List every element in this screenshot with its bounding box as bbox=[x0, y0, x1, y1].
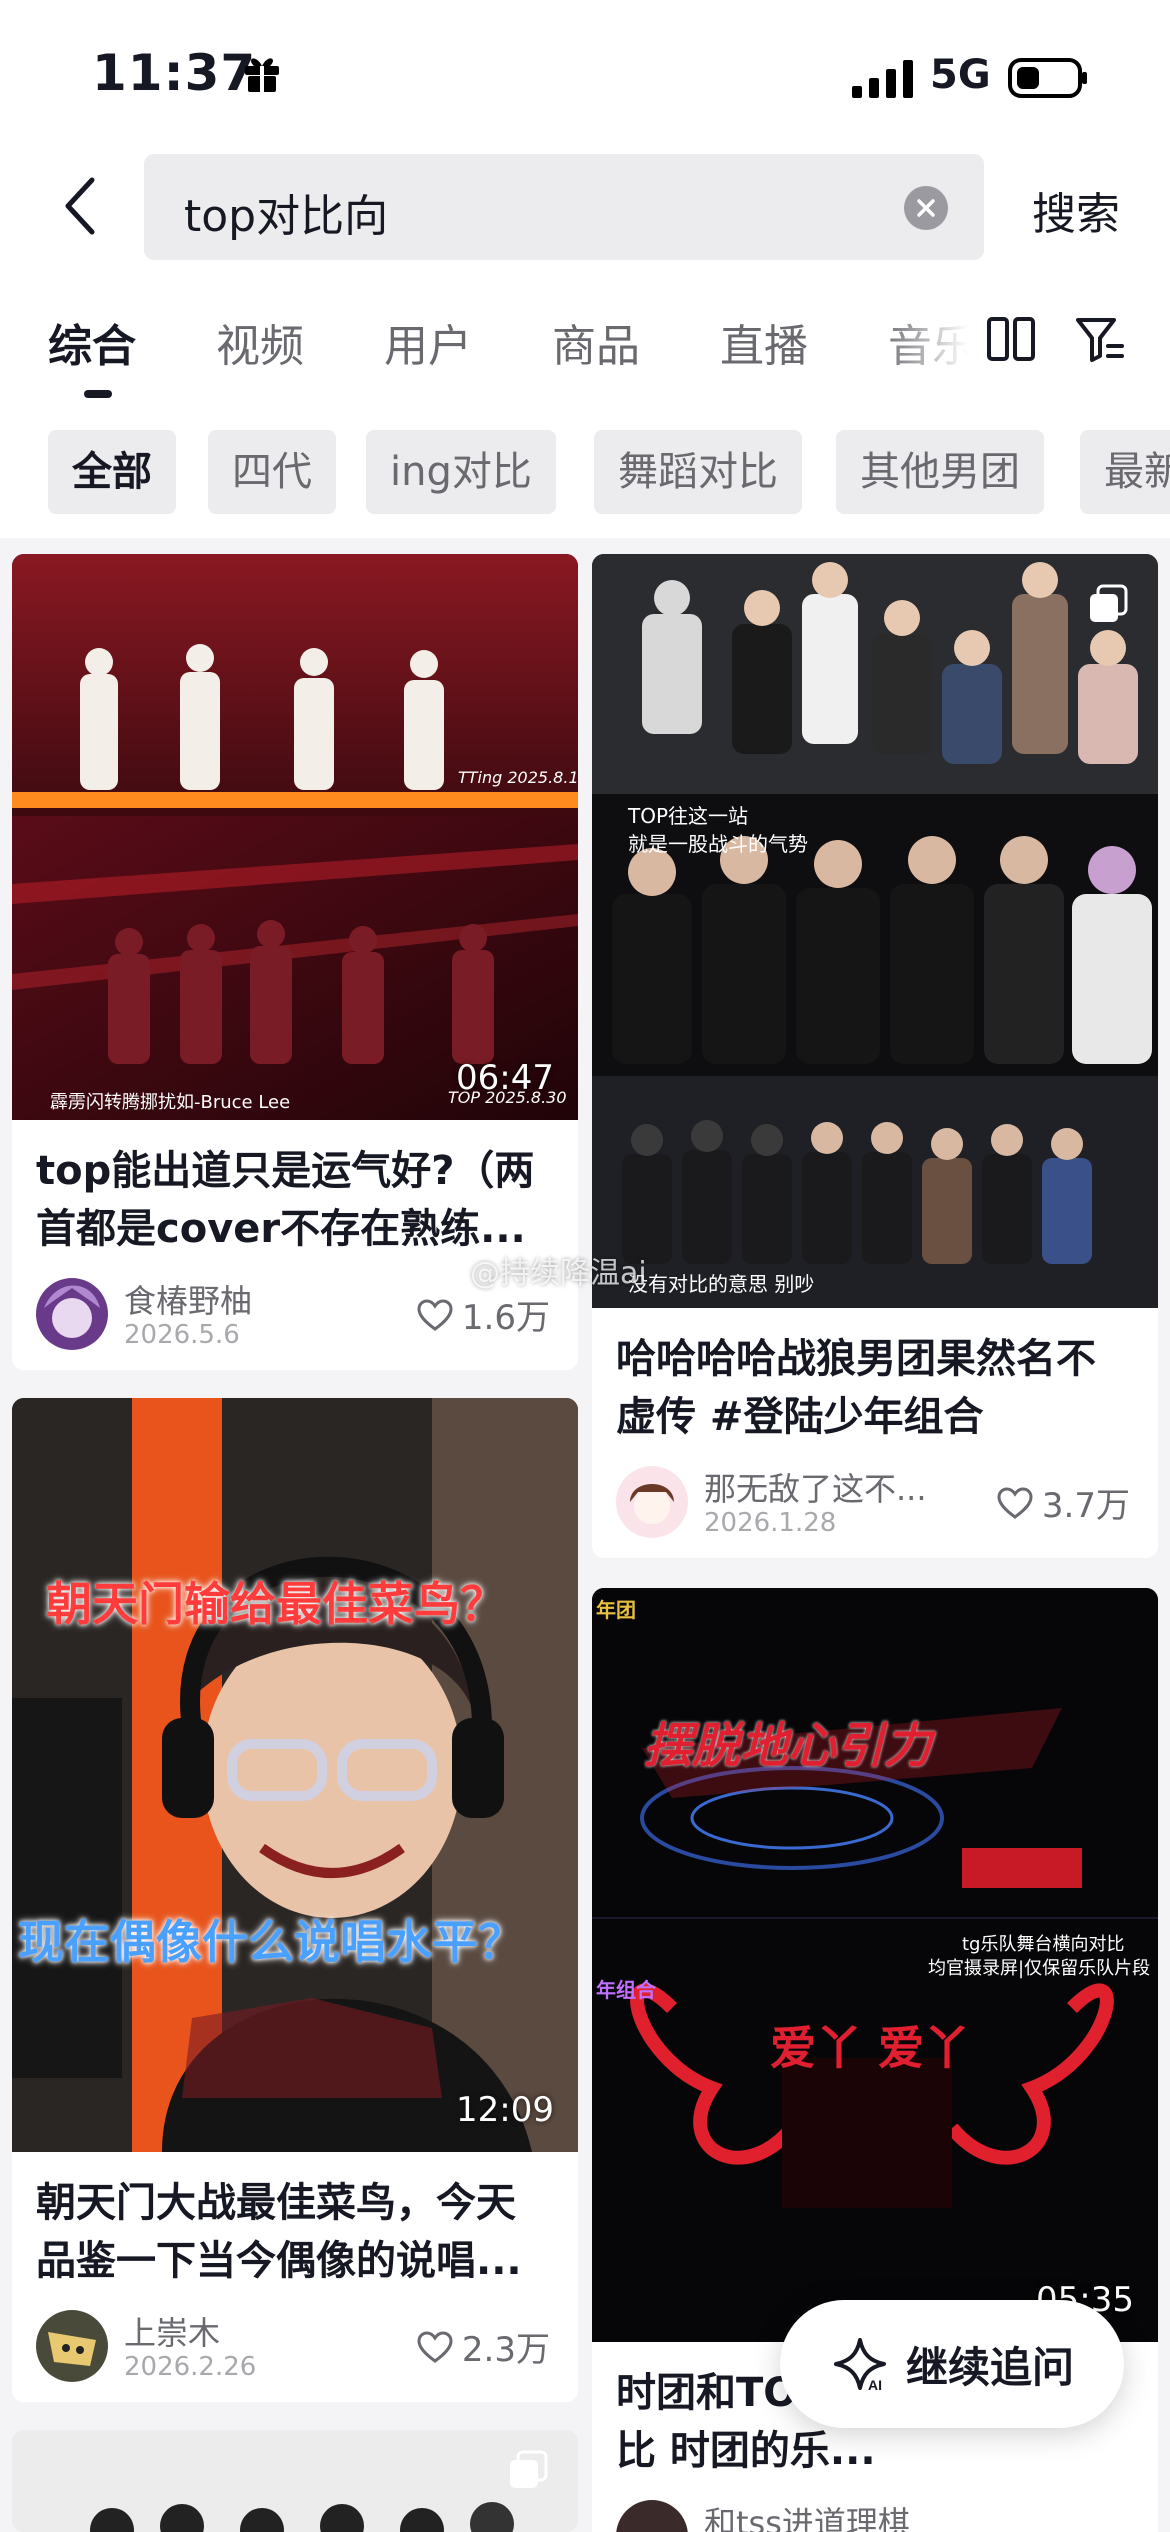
dance-stage-image bbox=[12, 554, 578, 1120]
card-title: 哈哈哈哈战狼男团果然名不虚传 #登陆少年组合 bbox=[616, 1336, 1096, 1440]
reaction-streamer-image bbox=[12, 1398, 578, 2152]
filter-chips: 全部 四代 ing对比 舞蹈对比 其他男团 最新 bbox=[0, 410, 1170, 538]
caption-3: 没有对比的意思 别吵 bbox=[628, 1272, 815, 1296]
chip-other-groups[interactable]: 其他男团 bbox=[836, 430, 1044, 514]
watermark: @持续降温ai bbox=[470, 1256, 647, 1291]
chip-latest[interactable]: 最新 bbox=[1080, 430, 1170, 514]
tab-products[interactable]: 商品 bbox=[552, 310, 640, 374]
group-photo-image bbox=[592, 554, 1158, 1308]
card-meta: 上崇木 2026.2.26 2.3万 bbox=[12, 2292, 578, 2402]
video-thumbnail bbox=[12, 2430, 578, 2532]
like-button[interactable]: 3.7万 bbox=[996, 1478, 1130, 1527]
chip-4th-gen[interactable]: 四代 bbox=[208, 430, 336, 514]
tab-all[interactable]: 综合 bbox=[48, 310, 136, 374]
caption-2: 就是一股战斗的气势 bbox=[628, 832, 808, 856]
category-tabs: 综合 视频 用户 商品 直播 音乐 bbox=[0, 260, 1170, 410]
avatar[interactable] bbox=[616, 2500, 688, 2532]
headline-2: 现在偶像什么说唱水平？ bbox=[18, 1915, 524, 1969]
clear-icon bbox=[917, 199, 935, 217]
avatar[interactable] bbox=[36, 1278, 108, 1350]
stage-headline: 摆脱地心引力 bbox=[644, 1718, 933, 1774]
like-button[interactable]: 2.3万 bbox=[416, 2322, 550, 2371]
search-query: top对比向 bbox=[184, 191, 389, 242]
back-icon bbox=[65, 177, 95, 235]
battery-icon bbox=[1008, 58, 1087, 98]
card-meta: 和tss进道理棋 bbox=[592, 2482, 1158, 2532]
search-header: top对比向 搜索 bbox=[0, 150, 1170, 260]
video-thumbnail: 朝天门输给最佳菜鸟？ 现在偶像什么说唱水平？ 12:09 bbox=[12, 1398, 578, 2152]
card-title: 朝天门大战最佳菜鸟，今天品鉴一下当今偶像的说唱... bbox=[36, 2180, 522, 2284]
tab-users[interactable]: 用户 bbox=[384, 310, 472, 374]
author-name[interactable]: 上崇木 bbox=[124, 2308, 220, 2354]
video-thumbnail: TTing 2025.8.1 TOP 2025.8.30 霹雳闪转腾挪扰如-Br… bbox=[12, 554, 578, 1120]
video-duration: 12:09 bbox=[456, 2090, 554, 2130]
video-thumbnail: TOP往这一站 就是一股战斗的气势 没有对比的意思 别吵 bbox=[592, 554, 1158, 1308]
chip-dance-compare[interactable]: 舞蹈对比 bbox=[594, 430, 802, 514]
caption-1: TOP往这一站 bbox=[628, 804, 749, 828]
tab-live[interactable]: 直播 bbox=[720, 310, 808, 374]
clear-button[interactable] bbox=[904, 186, 948, 230]
avatar[interactable] bbox=[616, 1466, 688, 1538]
svg-text:AI: AI bbox=[868, 2377, 882, 2393]
tab-indicator bbox=[84, 390, 112, 398]
status-time: 11:37 bbox=[92, 44, 257, 102]
headline-1: 朝天门输给最佳菜鸟？ bbox=[46, 1577, 506, 1631]
tag-2: 年组合 bbox=[596, 1978, 656, 2002]
tag-1: 年团 bbox=[596, 1598, 636, 1622]
author-name[interactable]: 和tss进道理棋 bbox=[704, 2498, 910, 2532]
multi-image-icon bbox=[510, 2450, 548, 2488]
heart-icon bbox=[997, 1486, 1033, 1519]
video-card-5[interactable] bbox=[12, 2430, 578, 2532]
gift-icon bbox=[245, 58, 279, 92]
card-title: top能出道只是运气好?（两首都是cover不存在熟练... bbox=[36, 1148, 535, 1252]
multi-image-icon bbox=[1090, 584, 1128, 622]
caption-top: TTing 2025.8.1 bbox=[458, 768, 578, 787]
video-duration: 06:47 bbox=[456, 1058, 554, 1098]
note-2: 均官摄录屏|仅保留乐队片段 bbox=[928, 1958, 1151, 1979]
like-count: 2.3万 bbox=[461, 2330, 550, 2370]
filter-icon[interactable] bbox=[1074, 314, 1126, 364]
like-count: 1.6万 bbox=[461, 1298, 550, 1338]
note-1: tg乐队舞台横向对比 bbox=[962, 1934, 1125, 1955]
tab-fade bbox=[880, 300, 990, 380]
like-button[interactable]: 1.6万 bbox=[416, 1290, 550, 1339]
signal-icon bbox=[852, 60, 913, 98]
search-button[interactable]: 搜索 bbox=[1032, 178, 1120, 242]
heart-icon bbox=[417, 2330, 453, 2363]
author-name[interactable]: 那无敌了这不... bbox=[704, 1464, 927, 1510]
video-thumbnail: 年团 摆脱地心引力 tg乐队舞台横向对比 均官摄录屏|仅保留乐队片段 年组合 爱… bbox=[592, 1588, 1158, 2342]
avatar[interactable] bbox=[36, 2310, 108, 2382]
author-name[interactable]: 食椿野柚 bbox=[124, 1276, 252, 1322]
video-card-3[interactable]: 朝天门输给最佳菜鸟？ 现在偶像什么说唱水平？ 12:09 朝天门大战最佳菜鸟，今… bbox=[12, 1398, 578, 2402]
caption-credit: 霹雳闪转腾挪扰如-Bruce Lee bbox=[50, 1092, 291, 1113]
post-date: 2026.1.28 bbox=[704, 1508, 837, 1538]
tab-video[interactable]: 视频 bbox=[216, 310, 304, 374]
card-meta: 那无敌了这不... 2026.1.28 3.7万 bbox=[592, 1448, 1158, 1558]
heart-icon bbox=[417, 1298, 453, 1331]
post-date: 2026.2.26 bbox=[124, 2352, 257, 2382]
ai-button-label: 继续追问 bbox=[905, 2342, 1074, 2392]
ai-follow-up-button[interactable]: AI 继续追问 bbox=[780, 2300, 1124, 2428]
ai-sparkle-icon: AI bbox=[833, 2338, 886, 2393]
video-card-2[interactable]: TOP往这一站 就是一股战斗的气势 没有对比的意思 别吵 哈哈哈哈战狼男团果然名… bbox=[592, 554, 1158, 1558]
network-label: 5G bbox=[930, 52, 991, 98]
chip-all[interactable]: 全部 bbox=[48, 430, 176, 514]
chip-ing-compare[interactable]: ing对比 bbox=[366, 430, 556, 514]
layout-icon[interactable] bbox=[986, 314, 1036, 364]
status-bar: 11:37 5G bbox=[0, 0, 1170, 150]
post-date: 2026.5.6 bbox=[124, 1320, 240, 1350]
back-button[interactable] bbox=[48, 170, 112, 242]
song-title: 爱丫 爱丫 bbox=[769, 2021, 970, 2075]
search-input[interactable]: top对比向 bbox=[144, 154, 984, 260]
like-count: 3.7万 bbox=[1041, 1486, 1130, 1526]
